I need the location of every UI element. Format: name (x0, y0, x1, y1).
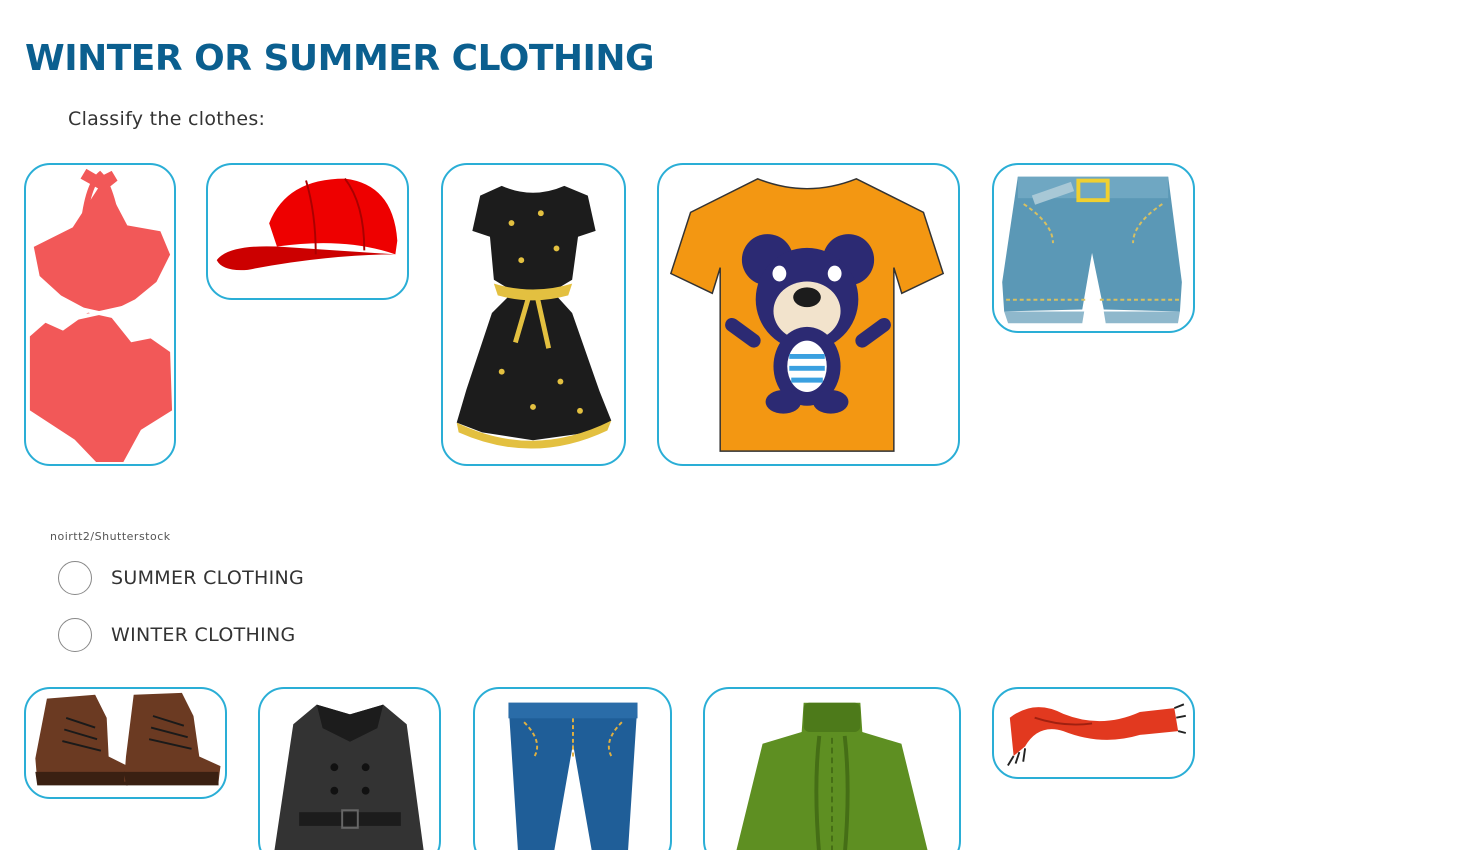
option-winter-clothing[interactable]: WINTER CLOTHING (58, 616, 296, 654)
tshirt-card[interactable] (657, 163, 960, 466)
sweater-icon (736, 702, 928, 850)
dress-card[interactable] (441, 163, 626, 466)
coat-icon (274, 704, 424, 850)
tshirt-icon (669, 178, 945, 452)
scarf-card[interactable] (992, 687, 1195, 779)
sweater-card[interactable] (703, 687, 961, 850)
swimsuit-icon (29, 168, 173, 463)
dress-icon (456, 185, 612, 449)
image-credit: noirtt2/Shutterstock (50, 530, 171, 543)
shorts-icon (1002, 176, 1182, 324)
coat-card[interactable] (258, 687, 441, 850)
page-title: WINTER OR SUMMER CLOTHING (25, 38, 655, 79)
cap-card[interactable] (206, 163, 409, 300)
option-label: SUMMER CLOTHING (111, 567, 305, 589)
swimsuit-card[interactable] (24, 163, 176, 466)
scarf-icon (1007, 703, 1187, 767)
instruction-text: Classify the clothes: (68, 108, 266, 130)
jeans-card[interactable] (473, 687, 672, 850)
shorts-card[interactable] (992, 163, 1195, 333)
boots-card[interactable] (24, 687, 227, 799)
summer-radio-button[interactable] (58, 561, 92, 595)
option-label: WINTER CLOTHING (111, 624, 296, 646)
winter-radio-button[interactable] (58, 618, 92, 652)
cap-icon (216, 177, 398, 271)
worksheet-page: WINTER OR SUMMER CLOTHING Classify the c… (0, 0, 1460, 850)
boots-icon (35, 692, 221, 786)
jeans-icon (508, 702, 638, 850)
option-summer-clothing[interactable]: SUMMER CLOTHING (58, 559, 304, 597)
